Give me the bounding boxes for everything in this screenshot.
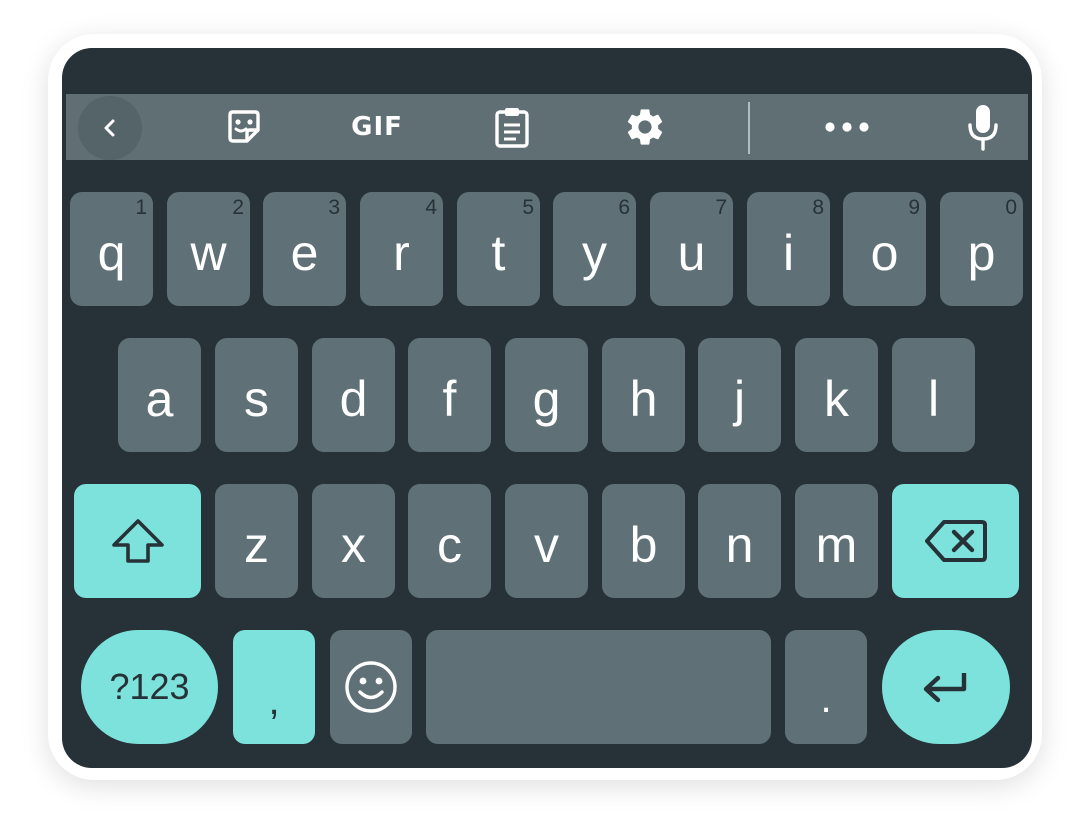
key-hint: 7 (715, 196, 727, 219)
key-r[interactable]: 4 r (360, 192, 443, 306)
key-label: d (339, 371, 368, 427)
key-label: c (437, 517, 462, 573)
key-label: h (629, 371, 658, 427)
enter-arrow-icon (923, 673, 967, 703)
key-label: t (491, 225, 506, 281)
key-label: w (190, 225, 227, 281)
key-label: s (244, 371, 269, 427)
settings-button[interactable] (620, 94, 670, 160)
key-label: y (582, 225, 607, 281)
more-horizontal-icon (825, 122, 869, 132)
key-q[interactable]: 1 q (70, 192, 153, 306)
more-options-button[interactable] (822, 94, 872, 160)
sticker-button[interactable] (218, 94, 270, 160)
emoji-key[interactable] (330, 630, 412, 744)
key-label: u (677, 225, 706, 281)
key-hint: 8 (812, 196, 824, 219)
voice-input-button[interactable] (960, 94, 1006, 160)
gif-button[interactable]: GIF (342, 94, 412, 160)
period-label: . (820, 677, 832, 721)
key-hint: 4 (425, 196, 437, 219)
key-label: i (782, 225, 795, 281)
key-u[interactable]: 7 u (650, 192, 733, 306)
key-h[interactable]: h (602, 338, 685, 452)
microphone-icon (968, 105, 998, 151)
sticker-icon (228, 110, 260, 143)
key-a[interactable]: a (118, 338, 201, 452)
key-c[interactable]: c (408, 484, 491, 598)
key-label: j (733, 371, 746, 427)
backspace-icon (924, 520, 987, 562)
key-x[interactable]: x (312, 484, 395, 598)
key-label: z (244, 517, 269, 573)
key-hint: 3 (328, 196, 340, 219)
key-z[interactable]: z (215, 484, 298, 598)
key-hint: 9 (908, 196, 920, 219)
key-label: a (145, 371, 174, 427)
collapse-toolbar-button[interactable] (78, 96, 142, 160)
enter-key[interactable] (882, 630, 1010, 744)
period-key[interactable]: . (785, 630, 867, 744)
key-hint: 6 (618, 196, 630, 219)
key-n[interactable]: n (698, 484, 781, 598)
key-label: b (629, 517, 658, 573)
symbols-label: ?123 (109, 666, 190, 707)
smiley-icon (345, 661, 397, 713)
key-label: f (442, 371, 457, 427)
key-i[interactable]: 8 i (747, 192, 830, 306)
backspace-key[interactable] (892, 484, 1019, 598)
key-label: k (824, 371, 849, 427)
symbols-key[interactable]: ?123 (81, 630, 218, 744)
key-e[interactable]: 3 e (263, 192, 346, 306)
key-g[interactable]: g (505, 338, 588, 452)
key-label: l (927, 371, 940, 427)
key-s[interactable]: s (215, 338, 298, 452)
chevron-left-icon (104, 119, 115, 137)
key-hint: 0 (1005, 196, 1017, 219)
key-label: g (532, 371, 561, 427)
gif-icon: GIF (351, 112, 403, 142)
key-label: n (725, 517, 754, 573)
key-label: q (97, 225, 126, 281)
shift-key[interactable] (74, 484, 201, 598)
keyboard: GIF 1 q 2 w 3 e 4 r 5 t 6 y 7 u 8 i 9 o … (62, 48, 1032, 768)
key-t[interactable]: 5 t (457, 192, 540, 306)
key-l[interactable]: l (892, 338, 975, 452)
comma-label: , (268, 679, 280, 723)
key-label: v (534, 517, 559, 573)
key-v[interactable]: v (505, 484, 588, 598)
shift-arrow-icon (111, 519, 164, 563)
key-f[interactable]: f (408, 338, 491, 452)
space-key[interactable] (426, 630, 771, 744)
key-y[interactable]: 6 y (553, 192, 636, 306)
key-o[interactable]: 9 o (843, 192, 926, 306)
key-k[interactable]: k (795, 338, 878, 452)
keyboard-toolbar: GIF (66, 94, 1028, 160)
key-w[interactable]: 2 w (167, 192, 250, 306)
key-hint: 5 (522, 196, 534, 219)
key-j[interactable]: j (698, 338, 781, 452)
key-hint: 2 (232, 196, 244, 219)
key-b[interactable]: b (602, 484, 685, 598)
key-label: o (870, 225, 899, 281)
gear-icon (627, 109, 663, 145)
key-label: p (967, 225, 996, 281)
key-d[interactable]: d (312, 338, 395, 452)
key-label: m (815, 517, 858, 573)
key-label: x (341, 517, 366, 573)
key-label: e (290, 225, 319, 281)
key-m[interactable]: m (795, 484, 878, 598)
key-label: r (393, 225, 410, 281)
clipboard-icon (495, 108, 529, 148)
key-p[interactable]: 0 p (940, 192, 1023, 306)
comma-key[interactable]: , (233, 630, 315, 744)
toolbar-divider (748, 102, 750, 154)
key-hint: 1 (135, 196, 147, 219)
clipboard-button[interactable] (489, 94, 535, 160)
